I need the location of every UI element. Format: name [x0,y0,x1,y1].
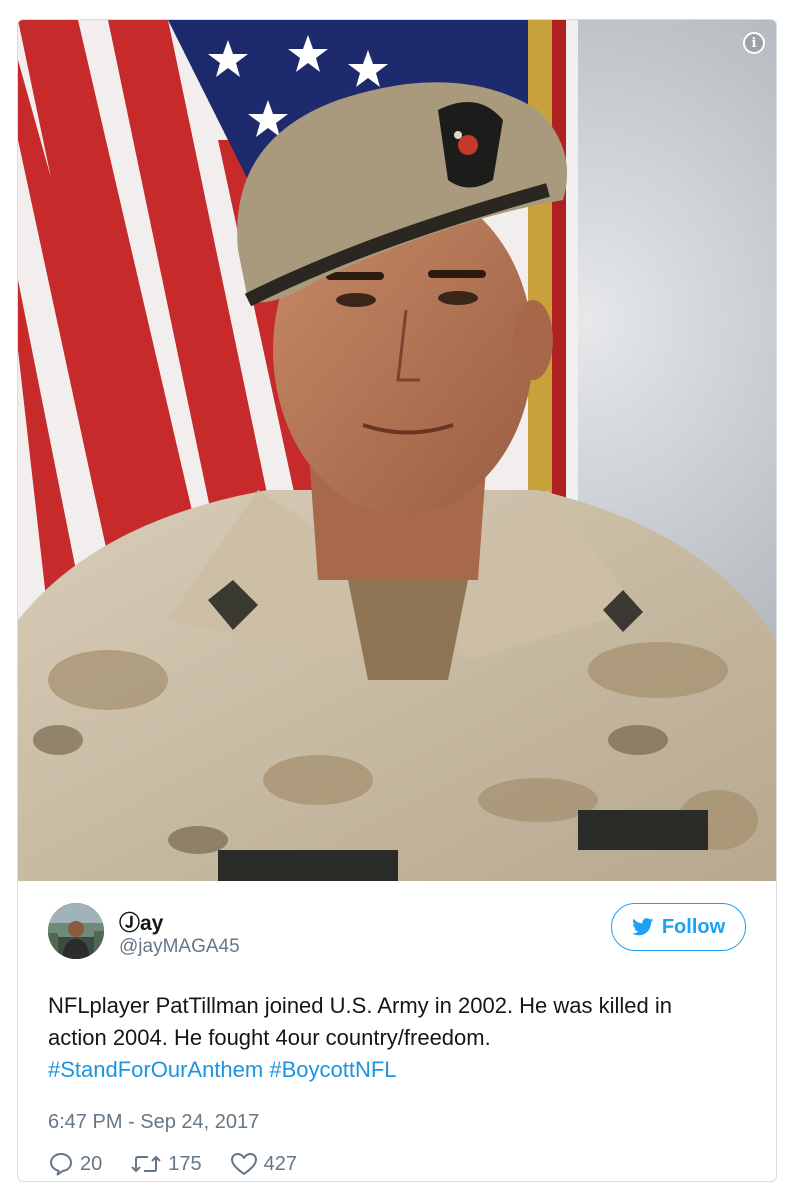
retweet-count: 175 [168,1152,202,1175]
reply-icon [50,1153,72,1176]
follow-label: Follow [661,915,726,938]
display-name-rest: ay [140,912,164,935]
reply-button[interactable]: 20 [48,1151,102,1177]
tweet-card: i Ⓙay @jayMAGA45 Follow NFLplayer PatTil… [17,19,777,1182]
retweet-icon [131,1155,161,1173]
hashtag-link[interactable]: #BoycottNFL [269,1057,396,1082]
tweet-text-line: NFLplayer PatTillman joined U.S. Army in… [48,993,673,1018]
twitter-bird-icon [631,918,654,936]
follow-button[interactable]: Follow [611,903,746,951]
avatar-image [48,903,104,959]
reply-count: 20 [80,1152,103,1175]
hashtag-link[interactable]: #StandForOurAnthem [48,1057,263,1082]
like-button[interactable]: 427 [230,1151,297,1177]
tweet-actions: 20 175 427 [48,1151,325,1177]
like-icon [230,1153,257,1175]
avatar[interactable] [48,903,104,959]
tweet-photo[interactable]: i [18,20,776,881]
tweet-body: Ⓙay @jayMAGA45 Follow NFLplayer PatTillm… [18,881,776,1181]
display-name-prefix: Ⓙ [119,912,140,935]
hashtag-line: #StandForOurAnthem #BoycottNFL [48,1054,748,1086]
soldier-portrait-image [18,20,776,881]
like-count: 427 [263,1152,297,1175]
display-name[interactable]: Ⓙay [119,907,163,937]
tweet-text: NFLplayer PatTillman joined U.S. Army in… [48,990,748,1086]
user-handle[interactable]: @jayMAGA45 [119,936,240,958]
tweet-timestamp[interactable]: 6:47 PM - Sep 24, 2017 [48,1111,259,1134]
retweet-button[interactable]: 175 [130,1151,202,1177]
tweet-text-line: action 2004. He fought 4our country/free… [48,1025,491,1050]
info-icon[interactable]: i [743,32,765,54]
